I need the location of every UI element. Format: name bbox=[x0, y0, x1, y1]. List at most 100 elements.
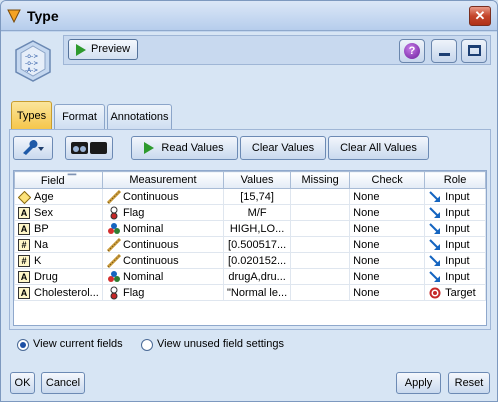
close-button[interactable]: ✕ bbox=[469, 6, 491, 26]
missing-cell[interactable] bbox=[290, 268, 351, 285]
measurement-cell[interactable]: Nominal bbox=[102, 268, 224, 285]
field-cell[interactable]: A BP bbox=[14, 220, 103, 237]
values-cell[interactable]: drugA,dru... bbox=[222, 268, 292, 285]
table-row[interactable]: # Na Continuous [0.500517... None Input bbox=[14, 236, 486, 253]
values-cell[interactable]: M/F bbox=[222, 204, 292, 221]
svg-text:-o->: -o-> bbox=[25, 60, 38, 67]
column-header-missing[interactable]: Missing bbox=[290, 171, 351, 189]
minimize-icon bbox=[439, 53, 450, 56]
role-cell[interactable]: Input bbox=[424, 252, 486, 269]
apply-button[interactable]: Apply bbox=[396, 372, 441, 394]
table-row[interactable]: A BP Nominal HIGH,LO... None Input bbox=[14, 220, 486, 237]
check-cell[interactable]: None bbox=[349, 188, 426, 205]
view-unused-settings-radio[interactable] bbox=[141, 339, 153, 351]
help-icon: ? bbox=[404, 43, 420, 59]
maximize-icon bbox=[468, 45, 481, 56]
tab-format[interactable]: Format bbox=[54, 104, 105, 129]
check-cell[interactable]: None bbox=[349, 252, 426, 269]
measurement-cell[interactable]: Flag bbox=[102, 204, 224, 221]
wrench-icon bbox=[23, 140, 44, 155]
column-header-role[interactable]: Role bbox=[424, 171, 486, 189]
missing-cell[interactable] bbox=[290, 236, 351, 253]
measurement-label: Continuous bbox=[123, 238, 179, 251]
measurement-label: Flag bbox=[123, 286, 145, 299]
types-panel: Read Values Clear Values Clear All Value… bbox=[9, 129, 491, 330]
play-icon bbox=[144, 142, 154, 154]
svg-text:-o->: -o-> bbox=[25, 53, 38, 60]
role-label: Input bbox=[445, 222, 470, 235]
missing-cell[interactable] bbox=[290, 284, 351, 301]
check-cell[interactable]: None bbox=[349, 204, 426, 221]
measurement-cell[interactable]: Continuous bbox=[102, 236, 224, 253]
table-row[interactable]: Age Continuous [15,74] None Input bbox=[14, 188, 486, 205]
preview-button[interactable]: Preview bbox=[68, 39, 138, 60]
check-cell[interactable]: None bbox=[349, 220, 426, 237]
check-cell[interactable]: None bbox=[349, 236, 426, 253]
maximize-button[interactable] bbox=[461, 39, 487, 63]
cancel-button[interactable]: Cancel bbox=[41, 372, 85, 394]
check-cell[interactable]: None bbox=[349, 268, 426, 285]
table-row[interactable]: # K Continuous [0.020152... None Input bbox=[14, 252, 486, 269]
role-cell[interactable]: Input bbox=[424, 268, 486, 285]
role-cell[interactable]: Input bbox=[424, 220, 486, 237]
minimize-button[interactable] bbox=[431, 39, 457, 63]
input-arrow-icon bbox=[429, 207, 441, 219]
view-toggle-button[interactable] bbox=[65, 136, 113, 160]
read-values-button[interactable]: Read Values bbox=[131, 136, 238, 160]
table-header-row: Field ▔ Measurement Values Missing Check… bbox=[14, 171, 486, 189]
table-row[interactable]: A Drug Nominal drugA,dru... None Input bbox=[14, 268, 486, 285]
tab-types[interactable]: Types bbox=[11, 101, 52, 129]
field-cell[interactable]: # Na bbox=[14, 236, 103, 253]
column-header-measurement[interactable]: Measurement bbox=[102, 171, 224, 189]
field-cell[interactable]: Age bbox=[14, 188, 103, 205]
table-row[interactable]: A Sex Flag M/F None Input bbox=[14, 204, 486, 221]
help-button[interactable]: ? bbox=[399, 39, 425, 63]
column-header-values[interactable]: Values bbox=[222, 171, 292, 189]
field-cell[interactable]: A Drug bbox=[14, 268, 103, 285]
ok-button[interactable]: OK bbox=[10, 372, 35, 394]
values-cell[interactable]: [0.020152... bbox=[222, 252, 292, 269]
measurement-cell[interactable]: Continuous bbox=[102, 188, 224, 205]
field-cell[interactable]: # K bbox=[14, 252, 103, 269]
missing-cell[interactable] bbox=[290, 252, 351, 269]
clear-all-values-button[interactable]: Clear All Values bbox=[328, 136, 429, 160]
column-header-check[interactable]: Check bbox=[349, 171, 426, 189]
values-cell[interactable]: HIGH,LO... bbox=[222, 220, 292, 237]
role-label: Input bbox=[445, 190, 470, 203]
measurement-label: Nominal bbox=[123, 270, 164, 283]
view-current-fields-radio[interactable] bbox=[17, 339, 29, 351]
reset-button[interactable]: Reset bbox=[448, 372, 490, 394]
missing-cell[interactable] bbox=[290, 220, 351, 237]
column-header-field[interactable]: Field ▔ bbox=[14, 171, 103, 189]
field-cell[interactable]: A Cholesterol... bbox=[14, 284, 103, 301]
missing-cell[interactable] bbox=[290, 188, 351, 205]
window-title: Type bbox=[27, 8, 59, 24]
role-cell[interactable]: Input bbox=[424, 236, 486, 253]
measurement-cell[interactable]: Flag bbox=[102, 284, 224, 301]
missing-cell[interactable] bbox=[290, 204, 351, 221]
real-field-icon: # bbox=[18, 239, 30, 251]
measurement-cell[interactable]: Continuous bbox=[102, 252, 224, 269]
role-cell[interactable]: Target bbox=[424, 284, 486, 301]
tab-annotations[interactable]: Annotations bbox=[107, 104, 172, 129]
field-name: Sex bbox=[34, 206, 53, 219]
measurement-label: Nominal bbox=[123, 222, 164, 235]
clear-values-button[interactable]: Clear Values bbox=[240, 136, 326, 160]
table-row[interactable]: A Cholesterol... Flag "Normal le... None Targ… bbox=[14, 284, 486, 301]
values-cell[interactable]: [15,74] bbox=[222, 188, 292, 205]
read-values-label: Read Values bbox=[161, 142, 224, 154]
role-cell[interactable]: Input bbox=[424, 204, 486, 221]
values-cell[interactable]: [0.500517... bbox=[222, 236, 292, 253]
field-name: Drug bbox=[34, 270, 58, 283]
role-cell[interactable]: Input bbox=[424, 188, 486, 205]
tools-menu-button[interactable] bbox=[13, 136, 53, 160]
type-node-hexagon-icon: -o-> -o-> -A-> bbox=[15, 40, 51, 82]
field-cell[interactable]: A Sex bbox=[14, 204, 103, 221]
check-cell[interactable]: None bbox=[349, 284, 426, 301]
real-field-icon: # bbox=[18, 255, 30, 267]
string-field-icon: A bbox=[18, 223, 30, 235]
preview-toolbar: Preview bbox=[63, 35, 491, 65]
values-cell[interactable]: "Normal le... bbox=[222, 284, 292, 301]
nominal-icon bbox=[107, 222, 121, 236]
measurement-cell[interactable]: Nominal bbox=[102, 220, 224, 237]
